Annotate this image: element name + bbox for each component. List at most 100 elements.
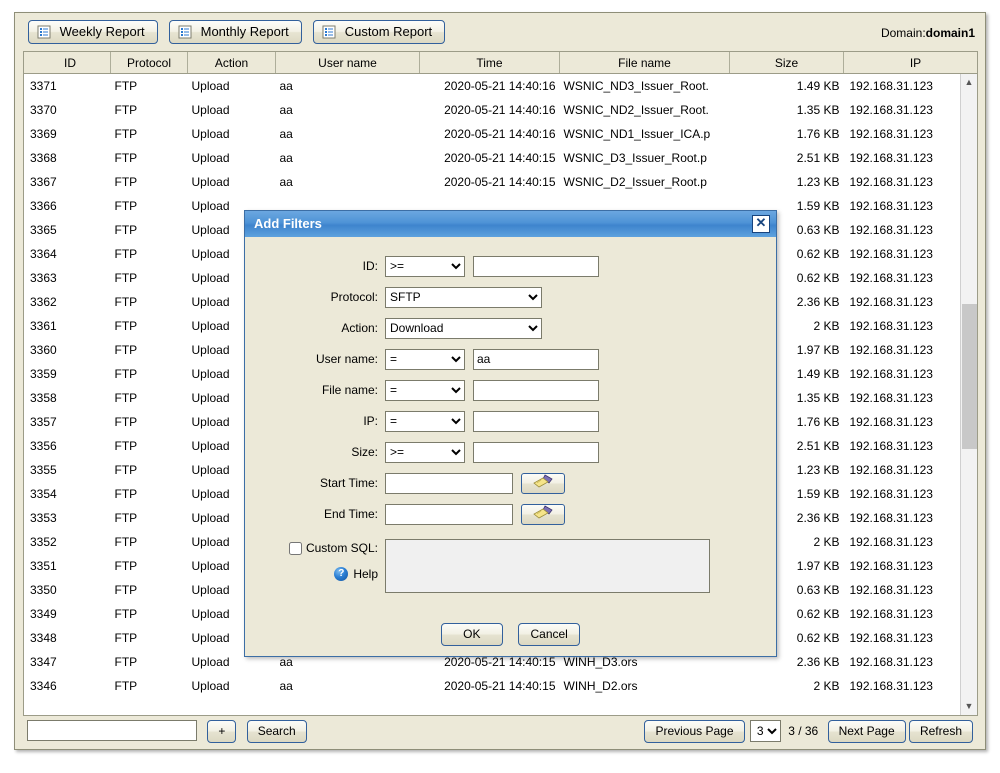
custom-sql-label: Custom SQL:: [305, 541, 378, 555]
column-header-ip[interactable]: IP: [843, 52, 977, 74]
cancel-button[interactable]: Cancel: [518, 623, 581, 646]
cell-action: Upload: [187, 122, 276, 146]
filename-operator-select[interactable]: =like!=: [385, 379, 465, 401]
cell-ip: 192.168.31.123: [843, 146, 977, 170]
cell-ip: 192.168.31.123: [843, 626, 977, 650]
start-time-clear-button[interactable]: [521, 472, 565, 494]
column-header-filename[interactable]: File name: [559, 52, 730, 74]
add-filter-button[interactable]: +: [207, 720, 237, 743]
end-time-clear-button[interactable]: [521, 503, 565, 525]
cell-id: 3363: [24, 266, 111, 290]
cell-action: Upload: [187, 170, 276, 194]
page-info: 3 / 36: [788, 724, 819, 738]
username-label: User name:: [315, 352, 378, 366]
ip-operator-select[interactable]: =like!=: [385, 410, 465, 432]
protocol-select[interactable]: FTPSFTPFTPSHTTPHTTPS: [385, 286, 542, 308]
cell-ip: 192.168.31.123: [843, 266, 977, 290]
cell-action: Upload: [187, 146, 276, 170]
cell-protocol: FTP: [110, 266, 188, 290]
table-vertical-scrollbar[interactable]: ▲ ▼: [960, 74, 977, 715]
cell-id: 3371: [24, 73, 111, 98]
dialog-body: ID: >=<==>< Protocol: FTPSFTPFTPSHTTPHTT…: [245, 237, 776, 646]
cell-ip: 192.168.31.123: [843, 434, 977, 458]
close-icon[interactable]: ✕: [752, 215, 770, 233]
filename-value-input[interactable]: [473, 379, 599, 401]
cell-filename: WSNIC_D2_Issuer_Root.p: [559, 170, 730, 194]
cell-id: 3347: [24, 650, 111, 674]
tab-monthly-report[interactable]: Monthly Report: [168, 20, 302, 44]
ip-value-input[interactable]: [473, 410, 599, 432]
custom-sql-left: Custom SQL: ? Help: [245, 539, 385, 584]
help-label: Help: [353, 567, 378, 581]
cell-time: 2020-05-21 14:40:16: [419, 73, 560, 98]
domain-indicator: Domain:domain1: [881, 26, 975, 40]
refresh-button[interactable]: Refresh: [908, 720, 973, 743]
size-operator-select[interactable]: >=<==><: [385, 441, 465, 463]
column-header-time[interactable]: Time: [419, 52, 560, 74]
previous-page-button[interactable]: Previous Page: [644, 720, 745, 743]
help-line[interactable]: ? Help: [245, 564, 378, 584]
cell-action: Upload: [187, 98, 276, 122]
filter-row-action: Action: UploadDownloadDeleteRename: [245, 317, 776, 339]
table-row[interactable]: 3368 FTP Upload aa 2020-05-21 14:40:15 WSNIC_…: [24, 146, 977, 170]
report-icon: [37, 25, 55, 42]
column-header-protocol[interactable]: Protocol: [110, 52, 188, 74]
search-input[interactable]: [27, 720, 197, 741]
scrollbar-thumb[interactable]: [962, 304, 977, 449]
tab-weekly-report[interactable]: Weekly Report: [28, 20, 158, 44]
custom-sql-checkbox-line: Custom SQL:: [245, 539, 378, 557]
search-button[interactable]: Search: [246, 720, 307, 743]
filename-label: File name:: [321, 383, 378, 397]
dialog-actions: OK Cancel: [245, 623, 776, 646]
cell-id: 3348: [24, 626, 111, 650]
action-label: Action:: [341, 321, 378, 335]
custom-sql-textarea[interactable]: [385, 539, 710, 593]
cell-ip: 192.168.31.123: [843, 314, 977, 338]
scroll-up-arrow[interactable]: ▲: [961, 74, 977, 91]
cell-filename: WSNIC_D3_Issuer_Root.p: [559, 146, 730, 170]
cell-ip: 192.168.31.123: [843, 410, 977, 434]
search-area: + Search: [27, 720, 307, 743]
table-header-row: ID Protocol Action User name Time File n…: [24, 52, 977, 74]
cell-ip: 192.168.31.123: [843, 578, 977, 602]
size-value-input[interactable]: [473, 441, 599, 463]
custom-sql-checkbox[interactable]: [288, 541, 302, 555]
username-operator-select[interactable]: =like!=: [385, 348, 465, 370]
tab-custom-report[interactable]: Custom Report: [313, 20, 446, 44]
cell-id: 3354: [24, 482, 111, 506]
start-time-input[interactable]: [385, 472, 513, 494]
column-header-username[interactable]: User name: [275, 52, 420, 74]
dialog-titlebar[interactable]: Add Filters ✕: [245, 211, 776, 237]
cell-id: 3362: [24, 290, 111, 314]
table-row[interactable]: 3371 FTP Upload aa 2020-05-21 14:40:16 WSNIC_…: [24, 73, 977, 98]
column-header-id[interactable]: ID: [24, 52, 111, 74]
column-header-action[interactable]: Action: [187, 52, 276, 74]
table-row[interactable]: 3369 FTP Upload aa 2020-05-21 14:40:16 WSNIC_…: [24, 122, 977, 146]
id-value-input[interactable]: [473, 255, 599, 277]
table-row[interactable]: 3346 FTP Upload aa 2020-05-21 14:40:15 WINH_D…: [24, 674, 977, 698]
cell-time: 2020-05-21 14:40:16: [419, 122, 560, 146]
id-operator-select[interactable]: >=<==><: [385, 255, 465, 277]
filter-row-size: Size: >=<==><: [245, 441, 776, 463]
table-row[interactable]: 3367 FTP Upload aa 2020-05-21 14:40:15 WSNIC_…: [24, 170, 977, 194]
column-header-size[interactable]: Size: [729, 52, 844, 74]
cell-size: 2.51 KB: [729, 146, 844, 170]
cell-id: 3346: [24, 674, 111, 698]
cell-protocol: FTP: [110, 602, 188, 626]
username-value-input[interactable]: [473, 348, 599, 370]
cell-filename: WSNIC_ND3_Issuer_Root.: [559, 73, 730, 98]
cell-ip: 192.168.31.123: [843, 602, 977, 626]
filter-row-username: User name: =like!=: [245, 348, 776, 370]
next-page-button[interactable]: Next Page: [827, 720, 906, 743]
ok-button[interactable]: OK: [440, 623, 503, 646]
start-time-label: Start Time:: [319, 476, 378, 490]
cell-protocol: FTP: [110, 506, 188, 530]
end-time-input[interactable]: [385, 503, 513, 525]
page-select[interactable]: 12345: [749, 720, 781, 742]
cell-id: 3368: [24, 146, 111, 170]
cell-ip: 192.168.31.123: [843, 530, 977, 554]
cell-filename: WSNIC_ND1_Issuer_ICA.p: [559, 122, 730, 146]
table-row[interactable]: 3370 FTP Upload aa 2020-05-21 14:40:16 WSNIC_…: [24, 98, 977, 122]
action-select[interactable]: UploadDownloadDeleteRename: [385, 317, 542, 339]
cell-username: aa: [275, 98, 420, 122]
